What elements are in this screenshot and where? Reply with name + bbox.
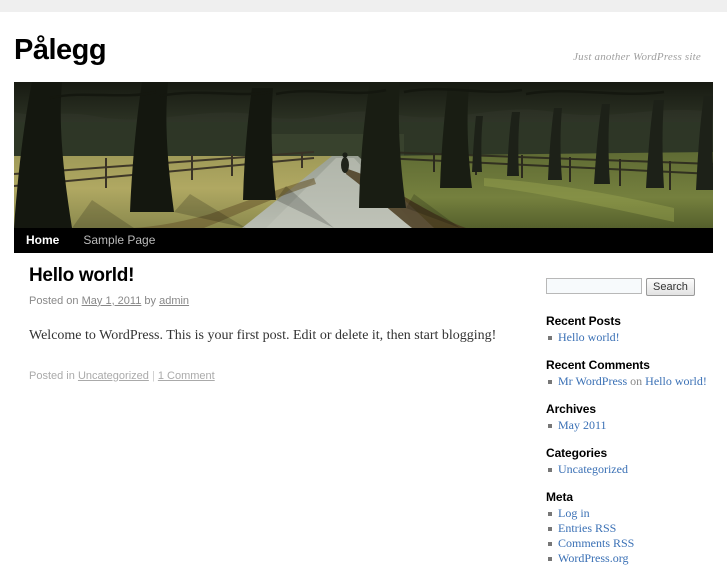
comment-post-link[interactable]: Hello world!: [645, 374, 707, 388]
recent-posts-list: Hello world!: [546, 330, 713, 345]
post-meta: Posted on May 1, 2011 by admin: [29, 295, 509, 307]
list-item: Mr WordPress on Hello world!: [548, 374, 713, 389]
comment-on-label: on: [630, 374, 643, 388]
nav-item-sample-page[interactable]: Sample Page: [71, 228, 167, 253]
archives-list: May 2011: [546, 418, 713, 433]
post-date-link[interactable]: May 1, 2011: [82, 295, 142, 307]
widget-title-archives: Archives: [546, 402, 596, 416]
site-branding: Pålegg Just another WordPress site: [14, 12, 713, 82]
site-title[interactable]: Pålegg: [14, 36, 107, 65]
meta-link-wordpress-org[interactable]: WordPress.org: [558, 551, 628, 565]
meta-list: Log in Entries RSS Comments RSS WordPres…: [546, 506, 713, 566]
widget-title-recent-posts: Recent Posts: [546, 314, 621, 328]
widget-archives: Archives May 2011: [546, 402, 713, 433]
recent-comments-list: Mr WordPress on Hello world!: [546, 374, 713, 389]
posted-in-label: Posted in: [29, 369, 75, 382]
list-item: Entries RSS: [548, 521, 713, 536]
by-label: by: [144, 294, 157, 307]
widget-meta: Meta Log in Entries RSS Comments RSS Wor…: [546, 490, 713, 566]
post-category-link[interactable]: Uncategorized: [78, 370, 149, 382]
widget-recent-comments: Recent Comments Mr WordPress on Hello wo…: [546, 358, 713, 389]
posted-on-label: Posted on: [29, 294, 79, 307]
widget-title-categories: Categories: [546, 446, 608, 460]
widget-title-meta: Meta: [546, 490, 573, 504]
category-link[interactable]: Uncategorized: [558, 462, 628, 476]
list-item: Hello world!: [548, 330, 713, 345]
list-item: WordPress.org: [548, 551, 713, 566]
nav-item-home[interactable]: Home: [14, 228, 71, 253]
post-author-link[interactable]: admin: [159, 295, 189, 307]
post-body-paragraph: Welcome to WordPress. This is your first…: [29, 327, 497, 343]
header-image: [14, 82, 713, 228]
post-utility: Posted in Uncategorized | 1 Comment: [29, 370, 509, 382]
primary-navigation: Home Sample Page: [14, 228, 713, 253]
sidebar: Search Recent Posts Hello world! Recent …: [546, 278, 713, 579]
categories-list: Uncategorized: [546, 462, 713, 477]
list-item: Uncategorized: [548, 462, 713, 477]
nav-link-home[interactable]: Home: [14, 228, 71, 253]
content-column: Hello world! Posted on May 1, 2011 by ad…: [29, 265, 509, 382]
post-comments-link[interactable]: 1 Comment: [158, 370, 215, 382]
comment-author-link[interactable]: Mr WordPress: [558, 374, 627, 388]
site-description: Just another WordPress site: [573, 51, 701, 63]
nav-link-sample-page[interactable]: Sample Page: [71, 228, 167, 253]
widget-recent-posts: Recent Posts Hello world!: [546, 314, 713, 345]
meta-link-login[interactable]: Log in: [558, 506, 590, 520]
list-item: Comments RSS: [548, 536, 713, 551]
page-wrapper: Pålegg Just another WordPress site: [14, 12, 713, 82]
search-button[interactable]: Search: [646, 278, 695, 296]
list-item: May 2011: [548, 418, 713, 433]
utility-separator: |: [151, 369, 155, 382]
top-band: [0, 0, 727, 12]
nav-list: Home Sample Page: [14, 228, 713, 253]
search-form: Search: [546, 278, 713, 296]
post-content: Welcome to WordPress. This is your first…: [29, 325, 509, 346]
archive-link[interactable]: May 2011: [558, 418, 607, 432]
header-image-illustration: [14, 82, 713, 228]
widget-title-recent-comments: Recent Comments: [546, 358, 650, 372]
widget-categories: Categories Uncategorized: [546, 446, 713, 477]
meta-link-entries-rss[interactable]: Entries RSS: [558, 521, 616, 535]
list-item: Log in: [548, 506, 713, 521]
search-input[interactable]: [546, 278, 642, 294]
post-title[interactable]: Hello world!: [29, 265, 509, 288]
recent-post-link[interactable]: Hello world!: [558, 330, 620, 344]
page-root: Pålegg Just another WordPress site Home …: [0, 0, 727, 565]
meta-link-comments-rss[interactable]: Comments RSS: [558, 536, 634, 550]
